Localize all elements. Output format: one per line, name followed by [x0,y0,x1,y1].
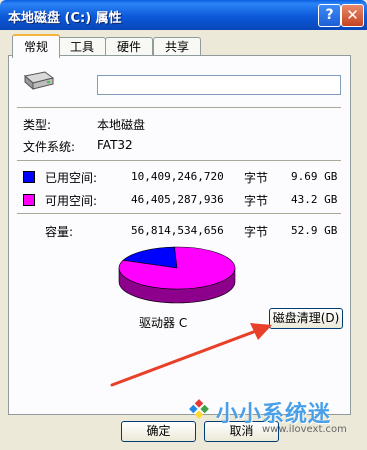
free-space-unit: 字节 [244,194,269,208]
filesystem-value: FAT32 [97,138,133,152]
capacity-size: 52.9 GB [291,224,338,237]
tab-general[interactable]: 常规 [12,34,60,58]
disk-cleanup-button[interactable]: 磁盘清理(D) [269,308,343,329]
used-space-bytes: 10,409,246,720 [131,170,224,183]
used-space-unit: 字节 [244,171,269,185]
free-space-bytes: 46,405,287,936 [131,193,224,206]
capacity-bytes: 56,814,534,656 [131,224,224,237]
close-button[interactable]: ✕ [341,4,364,27]
free-space-swatch [23,194,35,206]
hard-drive-icon [23,71,55,91]
tab-tools[interactable]: 工具 [58,37,106,56]
general-panel: 类型: 本地磁盘 文件系统: FAT32 已用空间: 10,409,246,72… [8,55,351,415]
used-space-label: 已用空间: [45,171,98,185]
tab-hardware[interactable]: 硬件 [105,37,153,56]
separator [17,213,341,214]
window-title: 本地磁盘 (C:) 属性 [8,11,122,26]
capacity-unit: 字节 [244,225,269,239]
volume-name-input[interactable] [97,75,341,95]
disk-usage-pie-chart [118,246,236,304]
drive-label: 驱动器 C [139,316,188,330]
free-space-label: 可用空间: [45,194,98,208]
type-label: 类型: [23,118,52,132]
separator [17,107,341,108]
free-space-size: 43.2 GB [291,193,338,206]
windows-flag-icon [189,399,209,419]
separator [17,160,341,161]
help-button[interactable]: ? [318,4,341,27]
filesystem-label: 文件系统: [23,140,76,154]
type-value: 本地磁盘 [97,118,146,132]
capacity-label: 容量: [45,225,74,239]
used-space-swatch [23,171,35,183]
tab-sharing[interactable]: 共享 [153,37,201,56]
title-bar[interactable]: 本地磁盘 (C:) 属性 ? ✕ [0,0,367,30]
watermark-url: www.iIovext.com [262,424,347,435]
properties-window: 本地磁盘 (C:) 属性 ? ✕ 常规 工具 硬件 共享 类型: 本地磁盘 文件… [0,0,367,450]
used-space-size: 9.69 GB [291,170,338,183]
